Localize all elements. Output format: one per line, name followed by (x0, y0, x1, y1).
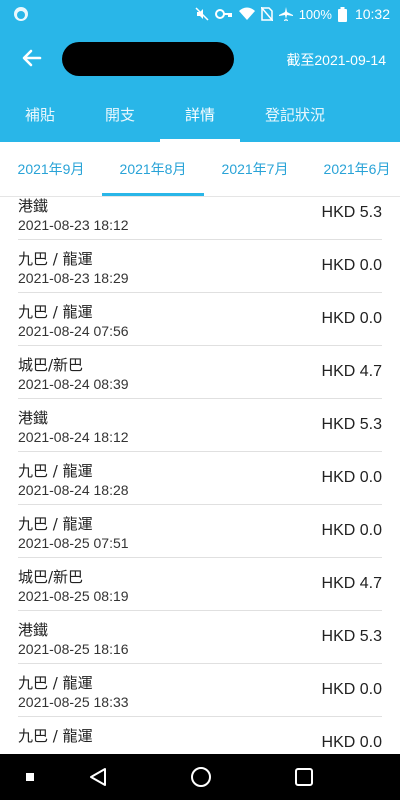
home-circle-icon (191, 767, 211, 787)
status-time: 10:32 (354, 6, 390, 22)
trip-row: 九巴 / 龍運 2021-08-25 07:51 HKD 0.0 (18, 505, 382, 558)
battery-icon (337, 6, 347, 22)
trip-amount: HKD 5.3 (321, 204, 382, 221)
trip-time: 2021-08-25 08:19 (18, 588, 129, 604)
airplane-icon (278, 7, 293, 21)
trip-time: 2021-08-25 18:33 (18, 694, 129, 710)
recents-square-icon (295, 768, 313, 786)
trip-row: 九巴 / 龍運 2021-08-24 07:56 HKD 0.0 (18, 293, 382, 346)
month-selector[interactable]: 2021年9月 2021年8月 2021年7月 2021年6月 (0, 142, 400, 197)
trip-row: 九巴 / 龍運 HKD 0.0 (18, 717, 382, 754)
trip-operator: 港鐵 (18, 621, 49, 639)
trip-amount: HKD 5.3 (321, 628, 382, 645)
trip-row: 九巴 / 龍運 2021-08-25 18:33 HKD 0.0 (18, 664, 382, 717)
month-tab-2021-06[interactable]: 2021年6月 (306, 142, 400, 196)
trip-row: 港鐵 2021-08-23 18:12 HKD 5.3 (18, 197, 382, 240)
battery-percent: 100% (298, 6, 332, 22)
nav-back-button[interactable] (68, 754, 128, 800)
redacted-name (62, 42, 234, 76)
trip-row: 城巴/新巴 2021-08-24 08:39 HKD 4.7 (18, 346, 382, 399)
trip-operator: 九巴 / 龍運 (18, 515, 93, 533)
trip-row: 九巴 / 龍運 2021-08-24 18:28 HKD 0.0 (18, 452, 382, 505)
trip-row: 港鐵 2021-08-25 18:16 HKD 5.3 (18, 611, 382, 664)
app-bar: 截至2021-09-14 (0, 28, 400, 88)
wifi-icon (238, 7, 255, 20)
trip-time: 2021-08-24 18:12 (18, 429, 129, 445)
trip-amount: HKD 0.0 (321, 681, 382, 698)
trip-time: 2021-08-25 07:51 (18, 535, 129, 551)
month-tab-2021-07[interactable]: 2021年7月 (204, 142, 306, 196)
trip-operator: 九巴 / 龍運 (18, 250, 93, 268)
mute-icon (195, 7, 209, 21)
nav-menu-button[interactable] (0, 754, 60, 800)
trip-amount: HKD 0.0 (321, 734, 382, 751)
trip-amount: HKD 0.0 (321, 257, 382, 274)
system-nav-bar (0, 754, 400, 800)
trip-operator: 九巴 / 龍運 (18, 727, 93, 745)
trip-amount: HKD 4.7 (321, 575, 382, 592)
key-icon (214, 9, 232, 19)
trip-amount: HKD 0.0 (321, 469, 382, 486)
trip-amount: HKD 0.0 (321, 310, 382, 327)
tab-bar: 補貼 開支 詳情 登記狀況 (0, 88, 400, 142)
trip-operator: 港鐵 (18, 197, 49, 215)
trip-row: 城巴/新巴 2021-08-25 08:19 HKD 4.7 (18, 558, 382, 611)
trip-amount: HKD 4.7 (321, 363, 382, 380)
trip-operator: 九巴 / 龍運 (18, 462, 93, 480)
trip-time: 2021-08-23 18:12 (18, 217, 129, 233)
no-sim-icon (260, 7, 273, 21)
trip-list[interactable]: 港鐵 2021-08-23 18:12 HKD 5.3 九巴 / 龍運 2021… (0, 197, 400, 754)
trip-row: 港鐵 2021-08-24 18:12 HKD 5.3 (18, 399, 382, 452)
trip-time: 2021-08-25 18:16 (18, 641, 129, 657)
trip-operator: 九巴 / 龍運 (18, 303, 93, 321)
back-arrow-icon[interactable] (18, 44, 46, 72)
app-notification-icon (14, 7, 28, 21)
trip-operator: 九巴 / 龍運 (18, 674, 93, 692)
as-of-date: 截至2021-09-14 (286, 52, 386, 68)
nav-home-button[interactable] (171, 754, 231, 800)
trip-operator: 城巴/新巴 (18, 568, 84, 586)
tab-subsidy[interactable]: 補貼 (0, 88, 80, 142)
trip-amount: HKD 5.3 (321, 416, 382, 433)
month-tab-2021-08[interactable]: 2021年8月 (102, 142, 204, 196)
tab-expenses[interactable]: 開支 (80, 88, 160, 142)
trip-time: 2021-08-24 08:39 (18, 376, 129, 392)
nav-recents-button[interactable] (274, 754, 334, 800)
square-dot-icon (26, 773, 34, 781)
trip-amount: HKD 0.0 (321, 522, 382, 539)
trip-row: 九巴 / 龍運 2021-08-23 18:29 HKD 0.0 (18, 240, 382, 293)
back-triangle-icon (90, 768, 106, 786)
trip-time: 2021-08-23 18:29 (18, 270, 129, 286)
tab-registration-status[interactable]: 登記狀況 (240, 88, 350, 142)
trip-time: 2021-08-24 18:28 (18, 482, 129, 498)
trip-operator: 城巴/新巴 (18, 356, 84, 374)
tab-details[interactable]: 詳情 (160, 88, 240, 142)
month-tab-2021-09[interactable]: 2021年9月 (0, 142, 102, 196)
status-bar: 100% 10:32 (0, 0, 400, 28)
trip-time: 2021-08-24 07:56 (18, 323, 129, 339)
trip-operator: 港鐵 (18, 409, 49, 427)
